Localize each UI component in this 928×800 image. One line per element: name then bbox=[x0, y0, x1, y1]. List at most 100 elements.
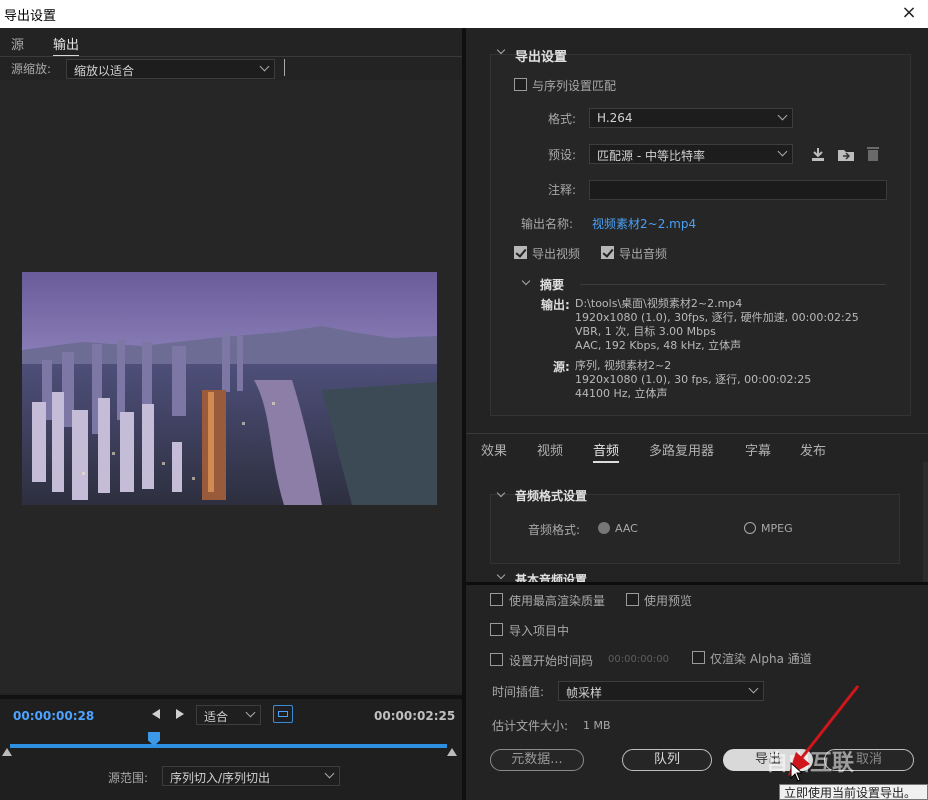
timeline-track[interactable] bbox=[10, 744, 447, 748]
tab-output[interactable]: 输出 bbox=[53, 34, 80, 56]
export-audio-checkbox[interactable] bbox=[601, 246, 614, 259]
summary-output-key: 输出: bbox=[541, 298, 570, 312]
chevron-down-icon bbox=[777, 110, 788, 121]
output-name-link[interactable]: 视频素材2~2.mp4 bbox=[592, 215, 696, 232]
tab-source[interactable]: 源 bbox=[11, 34, 24, 53]
source-scale-value: 缩放以适合 bbox=[74, 64, 135, 78]
delete-preset-icon[interactable] bbox=[865, 145, 881, 162]
export-tooltip: 立即使用当前设置导出。 bbox=[779, 784, 928, 800]
preset-label: 预设: bbox=[548, 148, 577, 162]
export-video-label: 导出视频 bbox=[532, 247, 581, 261]
format-label: 格式: bbox=[548, 112, 577, 126]
crop-frame-icon bbox=[278, 711, 288, 717]
video-preview bbox=[22, 272, 437, 505]
render-alpha-checkbox[interactable] bbox=[692, 651, 705, 664]
import-project-label: 导入项目中 bbox=[509, 624, 570, 638]
timeline-bar: 00:00:00:28 适合 00:00:02:25 源范围: 序列切入/序列切… bbox=[0, 695, 462, 800]
chevron-down-icon bbox=[324, 768, 335, 779]
match-sequence-label: 与序列设置匹配 bbox=[532, 79, 617, 93]
match-sequence-checkbox[interactable] bbox=[514, 78, 527, 91]
chevron-down-icon bbox=[777, 146, 788, 157]
format-value: H.264 bbox=[597, 111, 633, 125]
settings-pane: 导出设置 与序列设置匹配 格式: H.264 预设: 匹配源 - 中等比特率 注… bbox=[466, 28, 928, 583]
render-alpha-label: 仅渲染 Alpha 通道 bbox=[710, 652, 812, 666]
time-interpolation-label: 时间插值: bbox=[492, 685, 545, 699]
preview-area bbox=[0, 80, 462, 693]
format-dropdown[interactable]: H.264 bbox=[589, 108, 793, 128]
source-scale-label: 源缩放: bbox=[11, 62, 52, 76]
save-preset-icon[interactable] bbox=[810, 146, 826, 162]
divider bbox=[0, 56, 462, 57]
chevron-down-icon bbox=[259, 61, 270, 72]
import-preset-icon[interactable] bbox=[837, 146, 855, 162]
aac-radio[interactable] bbox=[598, 522, 610, 534]
export-settings-title: 导出设置 bbox=[515, 50, 568, 65]
start-timecode-value[interactable]: 00:00:00:00 bbox=[608, 654, 669, 665]
mpeg-label: MPEG bbox=[761, 522, 793, 535]
use-previews-label: 使用预览 bbox=[644, 594, 693, 608]
collapse-triangle-icon[interactable] bbox=[496, 570, 506, 580]
current-timecode[interactable]: 00:00:00:28 bbox=[13, 709, 94, 723]
crop-output-icon[interactable] bbox=[273, 705, 293, 723]
fit-dropdown[interactable]: 适合 bbox=[196, 705, 261, 725]
summary-title: 摘要 bbox=[540, 278, 565, 292]
summary-output-line-3: VBR, 1 次, 目标 3.00 Mbps bbox=[575, 325, 716, 338]
mpeg-radio[interactable] bbox=[744, 522, 756, 534]
chevron-down-icon bbox=[748, 683, 759, 694]
collapse-triangle-icon[interactable] bbox=[496, 45, 506, 55]
audio-format-label: 音频格式: bbox=[528, 523, 581, 537]
tab-audio[interactable]: 音频 bbox=[593, 440, 620, 463]
comment-label: 注释: bbox=[548, 183, 577, 197]
out-point-marker[interactable] bbox=[447, 748, 457, 756]
audio-format-title: 音频格式设置 bbox=[515, 489, 588, 503]
chevron-down-icon bbox=[245, 707, 256, 718]
summary-output-line-2: 1920x1080 (1.0), 30fps, 逐行, 硬件加速, 00:00:… bbox=[575, 311, 859, 324]
max-render-quality-checkbox[interactable] bbox=[490, 593, 503, 606]
text-caret bbox=[284, 59, 285, 76]
set-out-point-icon[interactable] bbox=[176, 709, 184, 719]
summary-source-line-1: 序列, 视频素材2~2 bbox=[575, 359, 672, 372]
output-name-label: 输出名称: bbox=[521, 217, 574, 231]
in-point-marker[interactable] bbox=[2, 748, 12, 756]
use-previews-checkbox[interactable] bbox=[626, 593, 639, 606]
tab-video[interactable]: 视频 bbox=[537, 440, 563, 459]
end-timecode: 00:00:02:25 bbox=[374, 709, 456, 723]
export-video-checkbox[interactable] bbox=[514, 246, 527, 259]
source-scale-dropdown[interactable]: 缩放以适合 bbox=[66, 59, 275, 79]
estimated-size-label: 估计文件大小: bbox=[492, 719, 569, 733]
source-range-label: 源范围: bbox=[108, 771, 149, 785]
summary-source-line-3: 44100 Hz, 立体声 bbox=[575, 387, 668, 400]
tab-effects[interactable]: 效果 bbox=[481, 440, 507, 459]
queue-button[interactable]: 队列 bbox=[622, 749, 712, 771]
metadata-button[interactable]: 元数据... bbox=[490, 749, 584, 771]
summary-divider bbox=[580, 284, 886, 285]
time-interpolation-dropdown[interactable]: 帧采样 bbox=[558, 681, 764, 701]
close-icon[interactable]: × bbox=[892, 0, 926, 28]
start-timecode-checkbox[interactable] bbox=[490, 653, 503, 666]
preset-dropdown[interactable]: 匹配源 - 中等比特率 bbox=[589, 144, 793, 164]
summary-output-line-1: D:\tools\桌面\视频素材2~2.mp4 bbox=[575, 297, 743, 310]
tab-multiplexer[interactable]: 多路复用器 bbox=[649, 440, 714, 459]
source-range-value: 序列切入/序列切出 bbox=[170, 771, 271, 785]
title-bar: 导出设置 × bbox=[0, 0, 928, 28]
window-title: 导出设置 bbox=[4, 9, 57, 24]
set-in-point-icon[interactable] bbox=[152, 709, 160, 719]
comment-input[interactable] bbox=[589, 180, 887, 200]
summary-source-line-2: 1920x1080 (1.0), 30 fps, 逐行, 00:00:02:25 bbox=[575, 373, 812, 386]
time-interpolation-value: 帧采样 bbox=[566, 686, 603, 700]
estimated-size-value: 1 MB bbox=[583, 719, 611, 732]
scrollbar[interactable] bbox=[923, 462, 928, 582]
fit-value: 适合 bbox=[204, 710, 229, 724]
max-render-quality-label: 使用最高渲染质量 bbox=[509, 594, 606, 608]
preset-value: 匹配源 - 中等比特率 bbox=[597, 149, 705, 163]
summary-output-line-4: AAC, 192 Kbps, 48 kHz, 立体声 bbox=[575, 339, 742, 352]
source-range-dropdown[interactable]: 序列切入/序列切出 bbox=[162, 766, 340, 786]
preview-pane: 源 输出 源缩放: 缩放以适合 00:00:00:28 适合 00:00:02:… bbox=[0, 28, 462, 800]
import-project-checkbox[interactable] bbox=[490, 623, 503, 636]
tab-publish[interactable]: 发布 bbox=[800, 440, 826, 459]
start-timecode-label: 设置开始时间码 bbox=[509, 654, 594, 668]
aac-label: AAC bbox=[615, 522, 638, 535]
tab-captions[interactable]: 字幕 bbox=[745, 440, 771, 459]
export-audio-label: 导出音频 bbox=[619, 247, 668, 261]
tabs-divider bbox=[466, 433, 928, 434]
